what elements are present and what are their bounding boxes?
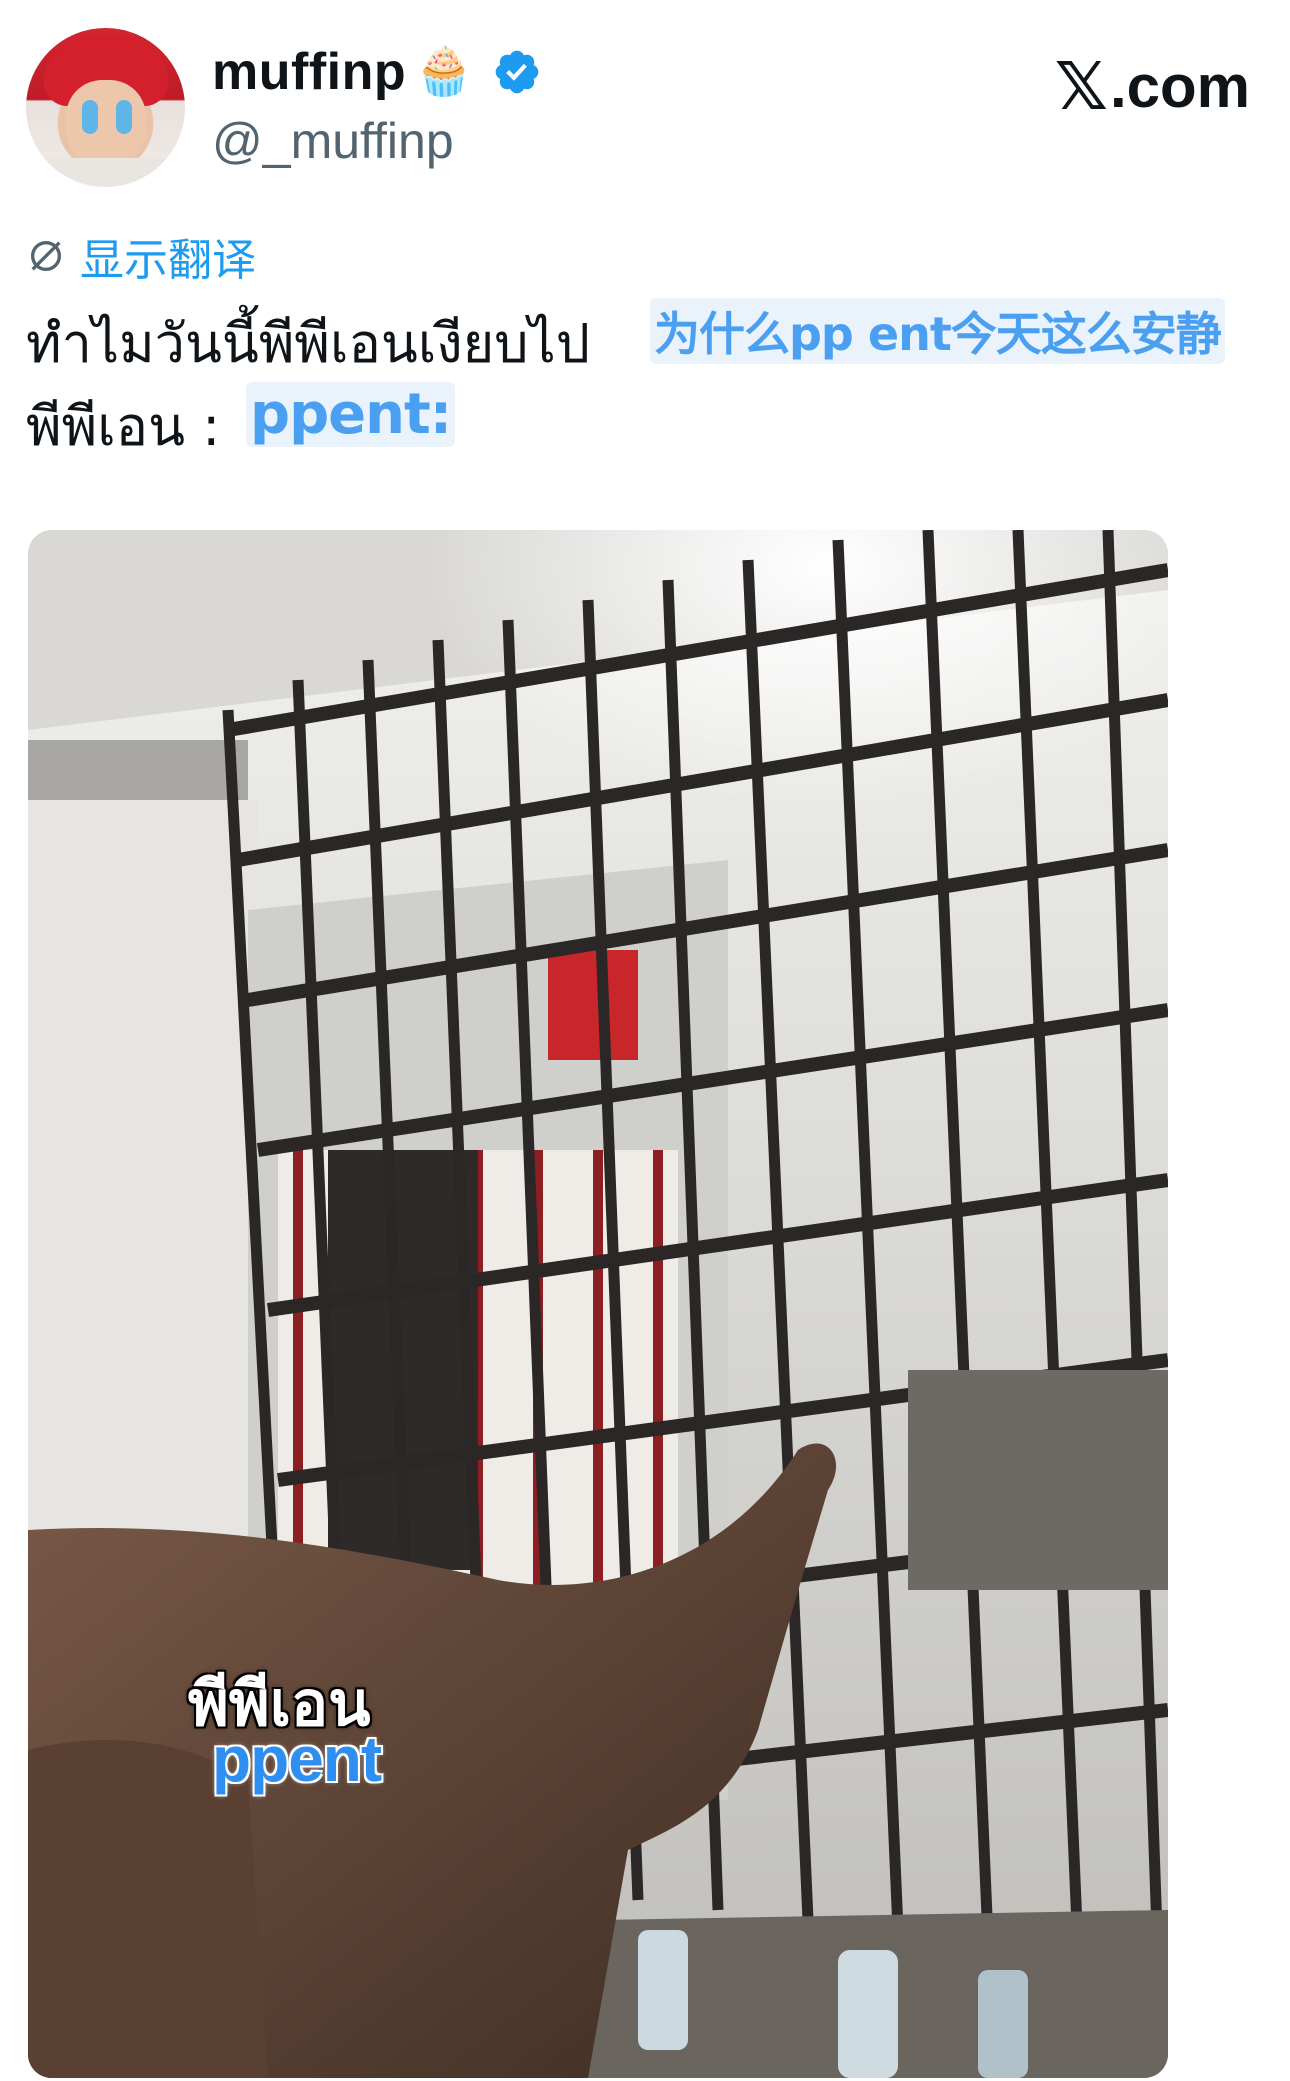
brand-dot: . [1109, 53, 1127, 120]
avatar-face [66, 80, 146, 168]
avatar-shoulders [26, 158, 185, 187]
verified-badge-icon [496, 50, 539, 94]
translation-overlay-line-2: ppent: [246, 382, 456, 447]
tweet-media-image[interactable]: พีพีเอน ppent [28, 530, 1168, 2078]
brand-text: com [1126, 53, 1250, 120]
show-translation-button[interactable]: 显示翻译 [26, 224, 256, 288]
avatar[interactable] [26, 28, 185, 187]
tweet-text-line-1: ทำไมวันนี้พีพีเอนเงียบไป [26, 312, 590, 375]
avatar-tear-right [116, 100, 132, 134]
tweet-text-line-2: พีพีเอน : [26, 395, 221, 458]
user-handle[interactable]: @_muffinp [212, 112, 454, 170]
cupcake-icon: 🧁 [414, 45, 475, 98]
x-logo-icon: 𝕏 [1054, 49, 1108, 123]
display-name[interactable]: muffinp 🧁 [212, 42, 542, 102]
x-com-brand: 𝕏 . com [1055, 48, 1250, 125]
display-name-text: muffinp [212, 43, 407, 101]
translation-overlay-line-1: 为什么pp ent今天这么安静 [650, 298, 1225, 364]
show-translation-label: 显示翻译 [80, 236, 256, 285]
jail-cell-photo [28, 530, 1168, 2078]
avatar-tear-left [82, 100, 98, 134]
media-caption-translation: ppent [212, 1723, 382, 1795]
globe-icon [31, 241, 61, 271]
tweet-screenshot: muffinp 🧁 @_muffinp 𝕏 . com 显示翻译 ทำไมวัน… [0, 0, 1290, 2081]
